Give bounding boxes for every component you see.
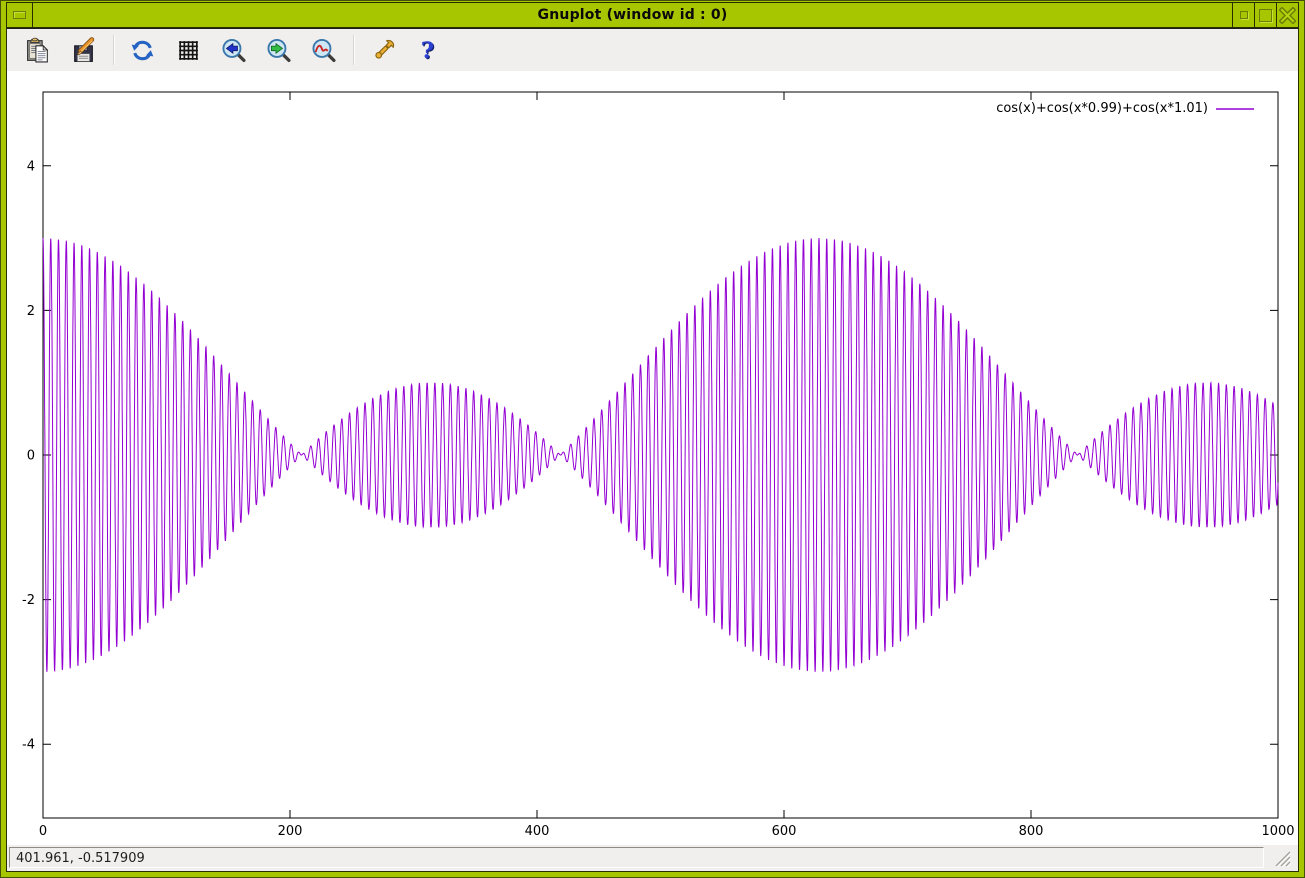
toolbar: ? ?	[7, 29, 1298, 71]
mouse-coordinates: 401.961, -0.517909	[9, 847, 1264, 868]
maximize-button[interactable]	[1254, 3, 1276, 27]
window-content: ? ? 0 200 400 600 800 1000 -4 -2 0 2 4 cos(x)+cos(…	[6, 28, 1299, 872]
zoom-reset-icon	[310, 37, 337, 64]
zoom-forward-icon	[265, 37, 292, 64]
x-tick-label: 400	[525, 824, 550, 839]
copy-to-clipboard-button[interactable]	[23, 35, 53, 65]
series-curve	[43, 238, 1278, 672]
plot-area[interactable]: 0 200 400 600 800 1000 -4 -2 0 2 4 cos(x)+cos(x*0.…	[7, 71, 1298, 845]
x-tick-label: 200	[278, 824, 303, 839]
y-tick-label: -4	[22, 738, 35, 753]
resize-grip[interactable]	[1272, 848, 1292, 868]
toolbar-separator	[113, 35, 115, 65]
plot-canvas[interactable]: 0 200 400 600 800 1000 -4 -2 0 2 4	[7, 71, 1298, 845]
close-button[interactable]	[1276, 3, 1298, 27]
titlebar[interactable]: Gnuplot (window id : 0)	[6, 2, 1299, 28]
close-icon	[1279, 7, 1296, 24]
zoom-back-icon	[220, 37, 247, 64]
maximize-icon	[1259, 9, 1272, 22]
question-mark-icon: ? ?	[414, 37, 441, 64]
wrench-icon	[370, 37, 397, 64]
minimize-button[interactable]	[1232, 3, 1254, 27]
grid-icon	[175, 37, 202, 64]
legend: cos(x)+cos(x*0.99)+cos(x*1.01)	[996, 100, 1254, 117]
replot-button[interactable]	[127, 35, 157, 65]
y-tick-label: 4	[27, 159, 35, 174]
svg-text:?: ?	[420, 37, 433, 63]
series-polyline	[43, 238, 1278, 672]
previous-zoom-button[interactable]	[218, 35, 248, 65]
autoscale-restore-button[interactable]	[308, 35, 338, 65]
configure-button[interactable]	[368, 35, 398, 65]
y-tick-label: 0	[27, 449, 35, 464]
x-tick-label: 1000	[1261, 824, 1294, 839]
floppy-pencil-icon	[70, 37, 97, 64]
refresh-icon	[129, 37, 156, 64]
x-tick-label: 800	[1019, 824, 1044, 839]
x-tick-label: 600	[772, 824, 797, 839]
window-menu-button[interactable]	[7, 3, 33, 27]
window-menu-icon	[13, 11, 26, 19]
legend-line-sample	[1216, 107, 1254, 111]
gnuplot-window: Gnuplot (window id : 0)	[0, 0, 1305, 878]
help-button[interactable]: ? ?	[412, 35, 442, 65]
window-title: Gnuplot (window id : 0)	[33, 3, 1232, 27]
minimize-icon	[1240, 11, 1248, 19]
y-tick-label: 2	[27, 304, 35, 319]
legend-label: cos(x)+cos(x*0.99)+cos(x*1.01)	[996, 101, 1208, 116]
toggle-grid-button[interactable]	[173, 35, 203, 65]
x-tick-label: 0	[39, 824, 47, 839]
clipboard-copy-icon	[25, 37, 52, 64]
y-tick-label: -2	[22, 593, 35, 608]
toolbar-separator	[353, 35, 355, 65]
next-zoom-button[interactable]	[263, 35, 293, 65]
export-plot-button[interactable]	[68, 35, 98, 65]
statusbar: 401.961, -0.517909	[7, 845, 1298, 871]
